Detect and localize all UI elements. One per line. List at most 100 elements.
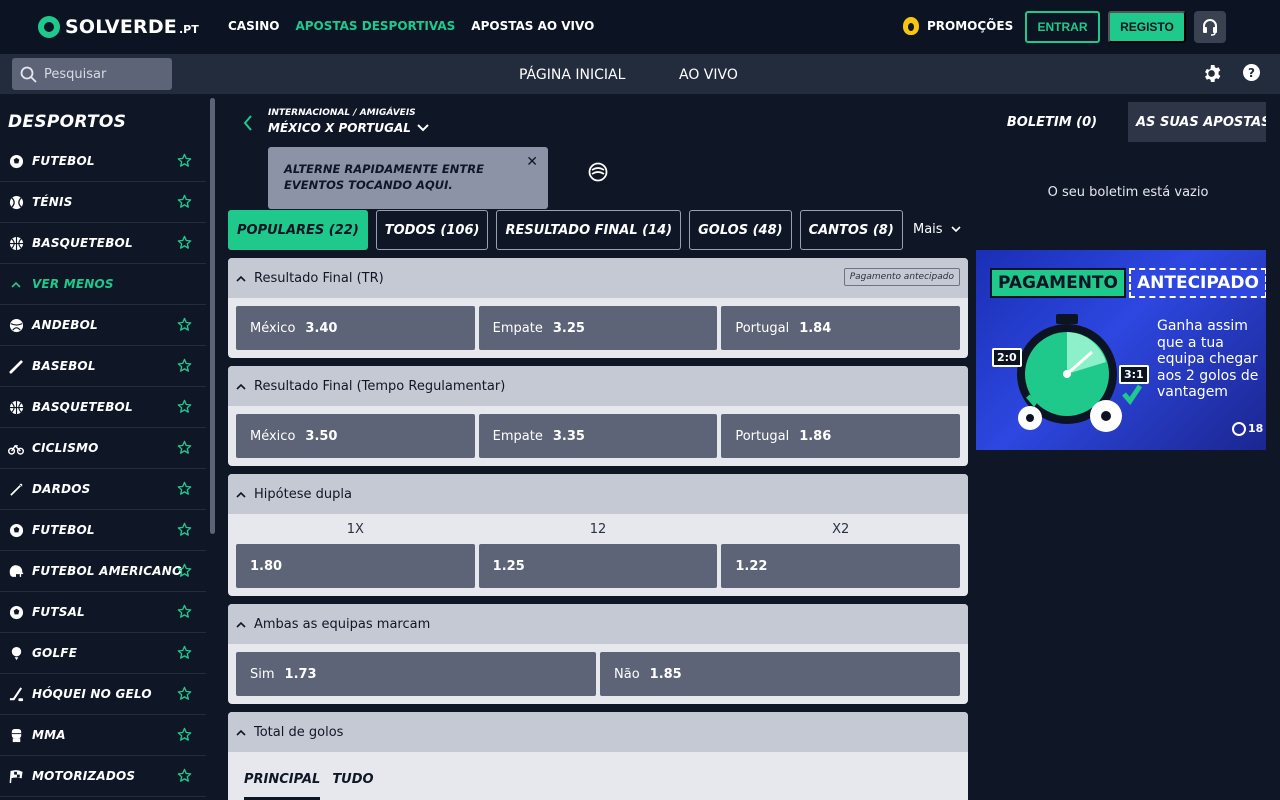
back-chevron-icon[interactable] <box>242 114 254 132</box>
promotions-link[interactable]: PROMOÇÕES <box>903 17 1013 35</box>
promo-banner[interactable]: PAGAMENTO ANTECIPADO 2:0 3:1 Ganha assim… <box>976 250 1266 450</box>
sidebar-item-label: FUTEBOL <box>32 523 95 537</box>
topnav-sports-betting[interactable]: APOSTAS DESPORTIVAS <box>295 19 455 33</box>
top-header: SOLVERDE .PT CASINO APOSTAS DESPORTIVAS … <box>0 0 1280 54</box>
nav-home[interactable]: PÁGINA INICIAL <box>519 67 625 83</box>
odd-button[interactable]: México 3.40 <box>236 306 475 350</box>
odd-button[interactable]: 1.22 <box>721 544 961 588</box>
sidebar-item[interactable]: BASEBOL <box>0 346 206 387</box>
my-bets-tab[interactable]: AS SUAS APOSTAS ... <box>1128 102 1266 142</box>
favorite-star-icon[interactable] <box>177 686 192 705</box>
sidebar-item[interactable]: FUTEBOL <box>0 141 206 182</box>
headset-icon <box>1203 19 1217 36</box>
sidebar-item[interactable]: MMA <box>0 715 206 756</box>
odd-button[interactable]: 1.25 <box>478 544 718 588</box>
sidebar-item[interactable]: ANDEBOL <box>0 305 206 346</box>
handball-icon <box>8 317 24 333</box>
sidebar-item[interactable]: MOTORIZADOS <box>0 756 206 797</box>
sidebar-item-label: GOLFE <box>32 646 78 660</box>
market-header[interactable]: Resultado Final (TR) Pagamento antecipad… <box>228 258 968 298</box>
help-icon[interactable]: ? <box>1243 64 1260 81</box>
favorite-star-icon[interactable] <box>177 604 192 623</box>
market-header[interactable]: Resultado Final (Tempo Regulamentar) <box>228 366 968 406</box>
topnav-casino[interactable]: CASINO <box>228 19 279 33</box>
outcome-label: Não <box>614 666 640 682</box>
more-tabs-dropdown[interactable]: Mais <box>913 222 961 237</box>
market-tab[interactable]: GOLOS (48) <box>689 210 792 250</box>
sidebar-scrollbar[interactable] <box>210 98 215 534</box>
odd-button[interactable]: 1.80 <box>236 544 475 588</box>
betslip-tab[interactable]: BOLETIM (0) <box>976 102 1128 142</box>
favorite-star-icon[interactable] <box>177 399 192 418</box>
statistics-icon[interactable] <box>588 162 608 182</box>
brand-logo[interactable]: SOLVERDE .PT <box>38 14 199 40</box>
favorite-star-icon[interactable] <box>177 194 192 213</box>
favorite-star-icon[interactable] <box>177 358 192 377</box>
market-header[interactable]: Hipótese dupla <box>228 474 968 514</box>
topnav-live-betting[interactable]: APOSTAS AO VIVO <box>471 19 594 33</box>
mma-glove-icon <box>8 727 24 743</box>
banner-text: Ganha assim que a tua equipa chegar aos … <box>1157 318 1259 400</box>
show-less-toggle[interactable]: VER MENOS <box>0 264 206 305</box>
favorite-star-icon[interactable] <box>177 317 192 336</box>
login-button[interactable]: ENTRAR <box>1025 11 1100 43</box>
favorite-star-icon[interactable] <box>177 440 192 459</box>
sports-sidebar: DESPORTOS FUTEBOL TÉNIS BASQUETEBOL VER MEN… <box>0 94 206 800</box>
favorite-star-icon[interactable] <box>177 481 192 500</box>
sidebar-item[interactable]: FUTSAL <box>0 592 206 633</box>
odd-button[interactable]: Portugal 1.86 <box>721 414 961 458</box>
sidebar-item[interactable]: FUTEBOL <box>0 510 206 551</box>
odd-button[interactable]: México 3.50 <box>236 414 475 458</box>
baseball-bat-icon <box>8 358 24 374</box>
sidebar-item[interactable]: CICLISMO <box>0 428 206 469</box>
outcome-label: Empate <box>492 320 543 336</box>
nav-live[interactable]: AO VIVO <box>679 67 738 83</box>
favorite-star-icon[interactable] <box>177 727 192 746</box>
sidebar-item[interactable]: HÓQUEI NO GELO <box>0 674 206 715</box>
hockey-stick-icon <box>8 686 24 702</box>
favorite-star-icon[interactable] <box>177 522 192 541</box>
favorite-star-icon[interactable] <box>177 563 192 582</box>
outcome-odd: 1.85 <box>649 666 682 682</box>
odd-button[interactable]: Não 1.85 <box>600 652 960 696</box>
market-card: Ambas as equipas marcam Sim 1.73 Não 1.85 <box>228 604 968 704</box>
gear-icon[interactable] <box>1202 64 1221 83</box>
search-input[interactable] <box>44 66 154 82</box>
sidebar-item[interactable]: BASQUETEBOL <box>0 223 206 264</box>
outcome-label: Portugal <box>735 320 790 336</box>
market-tab[interactable]: TODOS (106) <box>375 210 489 250</box>
favorite-star-icon[interactable] <box>177 645 192 664</box>
close-icon[interactable]: ✕ <box>526 154 538 170</box>
market-header[interactable]: Ambas as equipas marcam <box>228 604 968 644</box>
event-name: MÉXICO X PORTUGAL <box>268 121 411 135</box>
golf-icon <box>8 645 24 661</box>
favorite-star-icon[interactable] <box>177 153 192 172</box>
outcome-label: Empate <box>492 428 543 444</box>
sidebar-item[interactable]: FUTEBOL AMERICANO <box>0 551 206 592</box>
search-box[interactable] <box>12 58 172 90</box>
sidebar-item[interactable]: GOLFE <box>0 633 206 674</box>
support-button[interactable] <box>1194 11 1226 43</box>
soccer-ball-icon <box>8 522 24 538</box>
market-tab[interactable]: POPULARES (22) <box>228 210 368 250</box>
outcome-label: Sim <box>250 666 275 682</box>
chevron-up-icon <box>236 275 246 282</box>
basketball-icon <box>8 399 24 415</box>
favorite-star-icon[interactable] <box>177 235 192 254</box>
odd-button[interactable]: Sim 1.73 <box>236 652 596 696</box>
odd-button[interactable]: Empate 3.35 <box>478 414 718 458</box>
register-button[interactable]: REGISTO <box>1108 11 1186 43</box>
market-tab[interactable]: RESULTADO FINAL (14) <box>496 210 682 250</box>
subtab-all[interactable]: TUDO <box>332 772 373 800</box>
favorite-star-icon[interactable] <box>177 768 192 787</box>
sidebar-item[interactable]: DARDOS <box>0 469 206 510</box>
market-tab[interactable]: CANTOS (8) <box>799 210 903 250</box>
subtab-principal[interactable]: PRINCIPAL <box>244 772 321 800</box>
sidebar-item[interactable]: TÉNIS <box>0 182 206 223</box>
market-header[interactable]: Total de golos <box>228 712 968 752</box>
event-selector[interactable]: MÉXICO X PORTUGAL <box>268 121 429 135</box>
odd-button[interactable]: Empate 3.25 <box>478 306 718 350</box>
sidebar-item-label: DARDOS <box>32 482 91 496</box>
odd-button[interactable]: Portugal 1.84 <box>721 306 961 350</box>
sidebar-item[interactable]: BASQUETEBOL <box>0 387 206 428</box>
